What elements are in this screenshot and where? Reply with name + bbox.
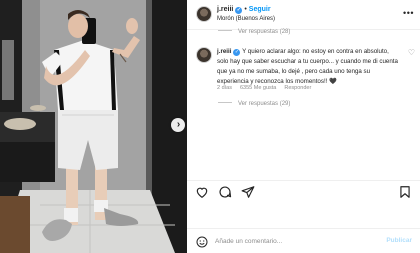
heart-icon[interactable]	[195, 185, 209, 199]
comment-body: j.reiii ✓ Y quiero aclarar algo: no estoy…	[217, 47, 399, 87]
comment-bubble-icon[interactable]	[218, 185, 232, 199]
comment-username[interactable]: j.reiii	[217, 48, 231, 55]
paper-plane-icon[interactable]	[241, 185, 255, 199]
post-header: j.reiii ✓ • Seguir Morón (Buenos Aires) •••	[187, 0, 420, 30]
author-username[interactable]: j.reiii	[217, 6, 233, 13]
verified-badge-icon: ✓	[235, 7, 243, 14]
view-replies-label: Ver respuestas (28)	[238, 29, 291, 35]
chevron-right-icon: ›	[176, 119, 181, 130]
photo-next-button[interactable]: ›	[171, 118, 185, 132]
post-photo[interactable]: ›	[0, 0, 187, 253]
follow-button[interactable]: Seguir	[249, 6, 271, 13]
post-details-panel: j.reiii ✓ • Seguir Morón (Buenos Aires) •••…	[187, 0, 420, 253]
post-location[interactable]: Morón (Buenos Aires)	[217, 16, 275, 22]
avatar[interactable]	[196, 6, 212, 22]
add-comment-input[interactable]	[215, 236, 365, 246]
view-replies-link[interactable]: Ver respuestas (28)	[218, 29, 290, 35]
heart-outline-icon[interactable]: ♡	[408, 48, 415, 57]
bookmark-icon[interactable]	[398, 185, 412, 199]
separator-dot: •	[244, 6, 247, 13]
comment-age: 2 días	[217, 85, 232, 91]
replies-line	[218, 102, 232, 103]
verified-badge-icon: ✓	[233, 49, 241, 56]
post-author: j.reiii ✓ • Seguir	[217, 6, 271, 14]
more-horizontal-icon[interactable]: •••	[403, 8, 414, 18]
replies-line	[218, 30, 232, 31]
comment-text: Y quiero aclarar algo: no estoy en contr…	[217, 48, 398, 85]
view-replies-link[interactable]: Ver respuestas (29)	[218, 101, 290, 107]
view-replies-label: Ver respuestas (29)	[238, 101, 291, 107]
comment-meta: 2 días 6355 Me gusta Responder	[217, 85, 319, 91]
comment-likes[interactable]: 6355 Me gusta	[240, 85, 276, 91]
emoji-icon[interactable]	[196, 235, 208, 248]
post-photo-image	[0, 0, 187, 253]
comment-avatar[interactable]	[196, 47, 212, 63]
publish-button[interactable]: Publicar	[386, 237, 412, 244]
reply-button[interactable]: Responder	[284, 85, 311, 91]
